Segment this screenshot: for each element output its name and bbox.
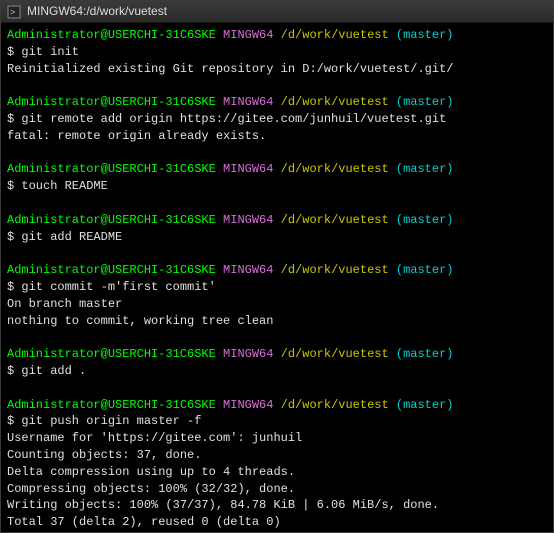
prompt-line: Administrator@USERCHI-31C6SKE MINGW64 /d… [7, 397, 547, 414]
blank-line [7, 77, 547, 94]
terminal-line: Delta compression using up to 4 threads. [7, 464, 547, 481]
prompt-line: Administrator@USERCHI-31C6SKE MINGW64 /d… [7, 94, 547, 111]
terminal-line: Username for 'https://gitee.com': junhui… [7, 430, 547, 447]
blank-line [7, 145, 547, 162]
prompt-line: Administrator@USERCHI-31C6SKE MINGW64 /d… [7, 346, 547, 363]
svg-text:>: > [10, 7, 15, 17]
terminal-line: $ git commit -m'first commit' [7, 279, 547, 296]
titlebar[interactable]: > MINGW64:/d/work/vuetest [1, 1, 553, 23]
terminal-line: nothing to commit, working tree clean [7, 313, 547, 330]
blank-line [7, 245, 547, 262]
prompt-line: Administrator@USERCHI-31C6SKE MINGW64 /d… [7, 212, 547, 229]
app-icon: > [7, 5, 21, 19]
blank-line [7, 329, 547, 346]
terminal-line: $ git add . [7, 363, 547, 380]
terminal-line: Reinitialized existing Git repository in… [7, 61, 547, 78]
terminal-line: $ git add README [7, 229, 547, 246]
terminal-body[interactable]: Administrator@USERCHI-31C6SKE MINGW64 /d… [1, 23, 553, 532]
blank-line [7, 195, 547, 212]
terminal-line: $ git push origin master -f [7, 413, 547, 430]
blank-line [7, 380, 547, 397]
terminal-line: $ touch README [7, 178, 547, 195]
terminal-line: remote: Powered by Gitee.com [7, 531, 547, 532]
prompt-line: Administrator@USERCHI-31C6SKE MINGW64 /d… [7, 161, 547, 178]
terminal-line: $ git remote add origin https://gitee.co… [7, 111, 547, 128]
terminal-line: $ git init [7, 44, 547, 61]
terminal-line: Writing objects: 100% (37/37), 84.78 KiB… [7, 497, 547, 514]
prompt-line: Administrator@USERCHI-31C6SKE MINGW64 /d… [7, 262, 547, 279]
terminal-line: fatal: remote origin already exists. [7, 128, 547, 145]
terminal-line: Compressing objects: 100% (32/32), done. [7, 481, 547, 498]
terminal-line: Counting objects: 37, done. [7, 447, 547, 464]
terminal-line: Total 37 (delta 2), reused 0 (delta 0) [7, 514, 547, 531]
window-title: MINGW64:/d/work/vuetest [27, 3, 167, 20]
terminal-line: On branch master [7, 296, 547, 313]
prompt-line: Administrator@USERCHI-31C6SKE MINGW64 /d… [7, 27, 547, 44]
terminal-window: > MINGW64:/d/work/vuetest Administrator@… [0, 0, 554, 533]
